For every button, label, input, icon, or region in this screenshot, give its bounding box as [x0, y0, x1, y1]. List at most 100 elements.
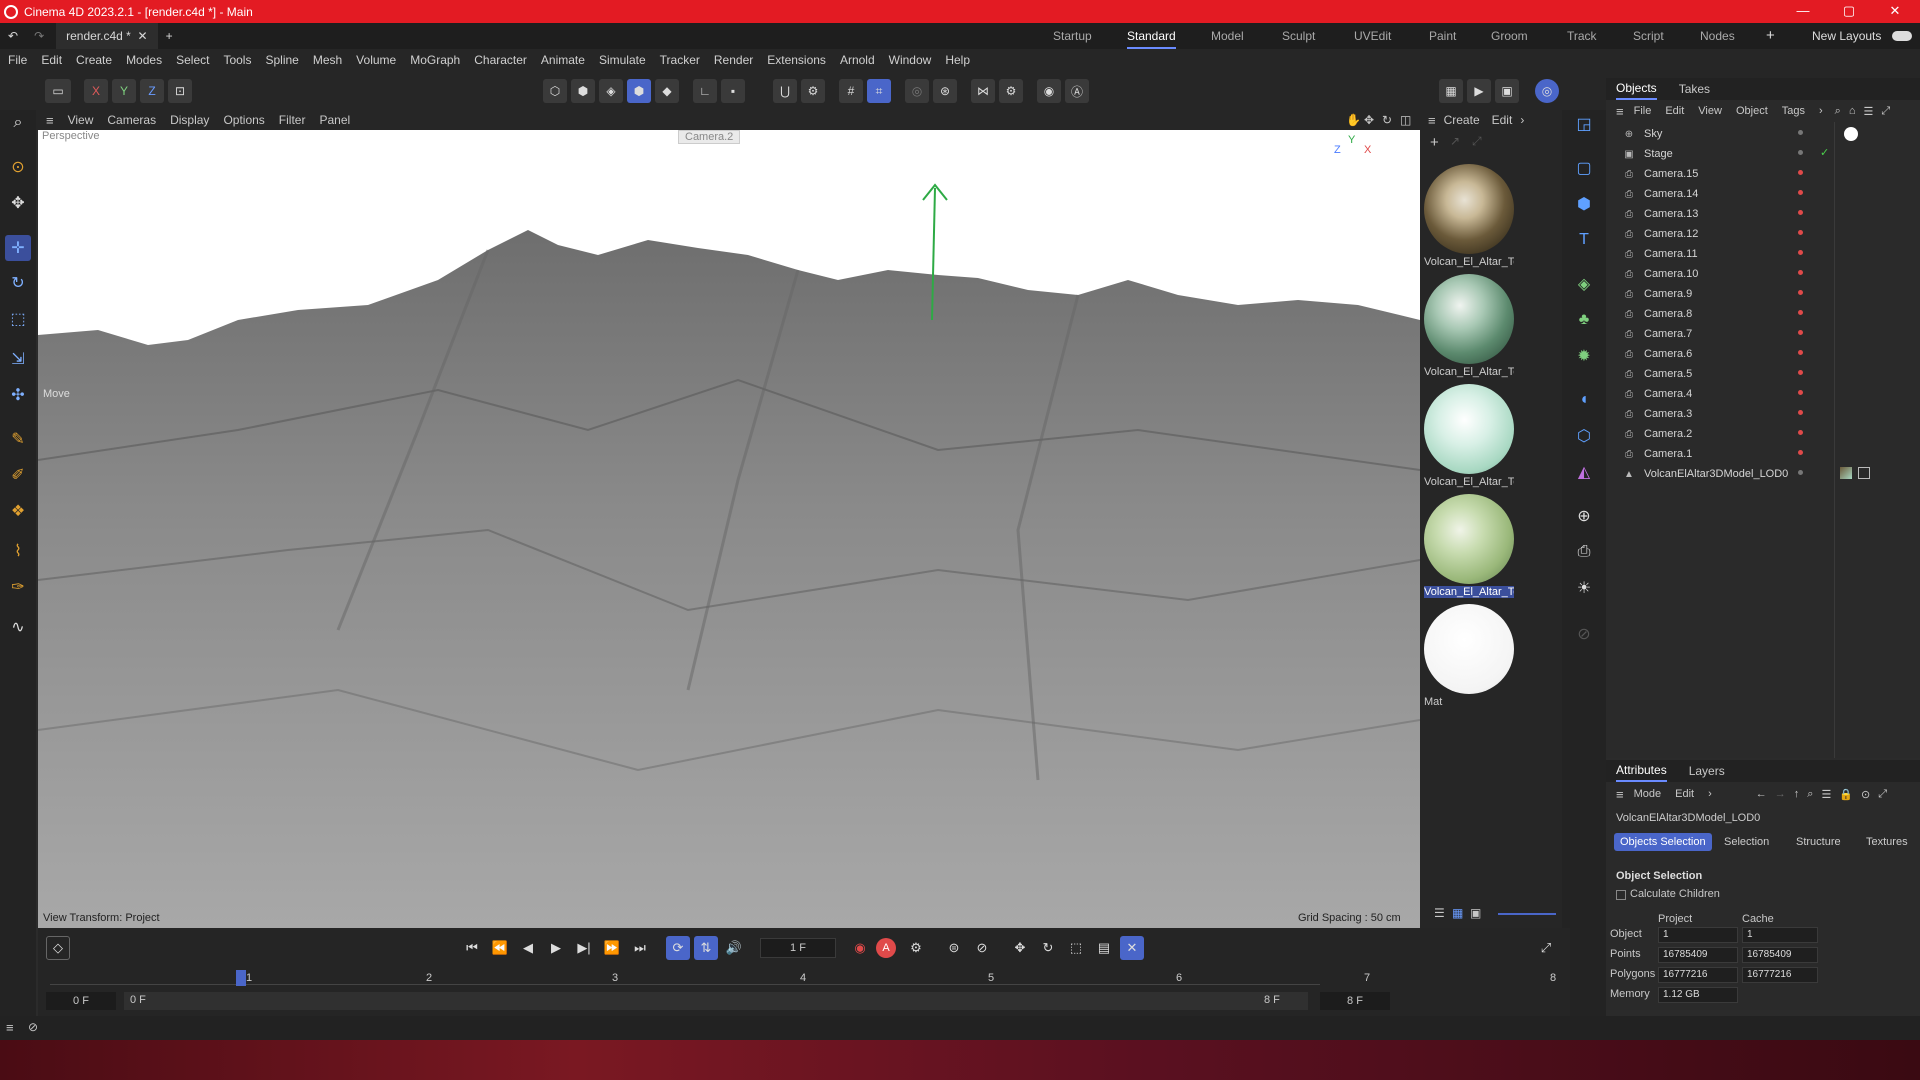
material-slot[interactable]: Volcan_El_Altar_Te	[1424, 164, 1514, 268]
menu-create[interactable]: Create	[76, 53, 112, 67]
sound-icon[interactable]: 🔊	[722, 936, 746, 960]
tweak-tool-icon[interactable]: ✥	[5, 190, 31, 216]
min-time-field[interactable]: 0 F	[46, 992, 116, 1010]
new-layouts-button[interactable]: New Layouts	[1812, 23, 1881, 49]
texture-mode-icon[interactable]: ▪	[721, 79, 745, 103]
menu-arnold[interactable]: Arnold	[840, 53, 875, 67]
menu-mograph[interactable]: MoGraph	[410, 53, 460, 67]
back-arrow-icon[interactable]: ←	[1756, 788, 1767, 800]
material-slot[interactable]: Volcan_El_Altar_Te	[1424, 274, 1514, 378]
render-settings-icon[interactable]: ⊛	[933, 79, 957, 103]
object-row-model[interactable]: ▲ VolcanElAltar3DModel_LOD0	[1606, 464, 1920, 484]
object-row-camera[interactable]: ⎙ Camera.14	[1606, 184, 1920, 204]
edit-material-icon[interactable]: ⤢	[1472, 134, 1482, 149]
render-view-icon[interactable]: ▦	[1439, 79, 1463, 103]
visibility-dot[interactable]	[1798, 290, 1803, 295]
menu-character[interactable]: Character	[474, 53, 527, 67]
subtab-textures[interactable]: Textures	[1860, 833, 1914, 851]
edges-mode-icon[interactable]: ⬢	[571, 79, 595, 103]
material-slot[interactable]: Volcan_El_Altar_Te	[1424, 494, 1514, 598]
key-filter-icon[interactable]: ⊜	[942, 936, 966, 960]
object-row-camera[interactable]: ⎙ Camera.9	[1606, 284, 1920, 304]
scale-tool-icon[interactable]: ⬚	[5, 306, 31, 332]
objects-menu-file[interactable]: File	[1634, 105, 1652, 117]
go-to-end-icon[interactable]: ⏭	[628, 936, 652, 960]
menu-file[interactable]: File	[8, 53, 27, 67]
link-material-icon[interactable]: ↗	[1450, 134, 1460, 148]
viewport-menu-panel[interactable]: Panel	[319, 113, 350, 127]
camera-icon[interactable]: ⎙	[1570, 538, 1598, 566]
key-settings-icon[interactable]: ⚙	[904, 936, 928, 960]
mograph-icon[interactable]: ♣	[1570, 306, 1598, 334]
subtab-objects-selection[interactable]: Objects Selection	[1614, 833, 1712, 851]
objects-menu-object[interactable]: Object	[1736, 105, 1768, 117]
selection-tool-icon[interactable]: ⊙	[5, 154, 31, 180]
spline-icon[interactable]: ◲	[1570, 110, 1598, 138]
objects-menu-view[interactable]: View	[1698, 105, 1722, 117]
objects-menu-edit[interactable]: Edit	[1665, 105, 1684, 117]
model-material-tag[interactable]	[1840, 467, 1852, 479]
object-row-camera[interactable]: ⎙ Camera.7	[1606, 324, 1920, 344]
material-hamburger-icon[interactable]: ≡	[1428, 113, 1436, 128]
document-tab[interactable]: render.c4d * ✕	[56, 23, 158, 49]
menu-animate[interactable]: Animate	[541, 53, 585, 67]
object-row-camera[interactable]: ⎙ Camera.3	[1606, 404, 1920, 424]
points-mode-icon[interactable]: ⬡	[543, 79, 567, 103]
menu-render[interactable]: Render	[714, 53, 753, 67]
objects-hamburger-icon[interactable]: ≡	[1616, 104, 1624, 119]
layout-tab-sculpt[interactable]: Sculpt	[1282, 23, 1315, 49]
previous-key-icon[interactable]: ⏪	[488, 936, 512, 960]
transfer-tool-icon[interactable]: ⇲	[5, 346, 31, 372]
redo-icon[interactable]: ↷	[26, 23, 52, 49]
move-view-icon[interactable]: ✥	[1364, 113, 1374, 127]
tag-icon[interactable]: ⊘	[1570, 620, 1598, 648]
timeline-window-icon[interactable]: ⤢	[1534, 936, 1558, 960]
next-frame-icon[interactable]: ▶|	[572, 936, 596, 960]
layout-tab-script[interactable]: Script	[1633, 23, 1664, 49]
tab-layers[interactable]: Layers	[1689, 764, 1725, 778]
toggle-view-icon[interactable]: ◫	[1400, 113, 1411, 127]
object-row-camera[interactable]: ⎙ Camera.8	[1606, 304, 1920, 324]
forward-arrow-icon[interactable]: →	[1775, 788, 1786, 800]
object-row-camera[interactable]: ⎙ Camera.1	[1606, 444, 1920, 464]
object-row-camera[interactable]: ⎙ Camera.4	[1606, 384, 1920, 404]
next-key-icon[interactable]: ⏩	[600, 936, 624, 960]
tab-objects[interactable]: Objects	[1616, 78, 1657, 100]
menu-spline[interactable]: Spline	[265, 53, 298, 67]
snap-settings-icon[interactable]: ⚙	[801, 79, 825, 103]
parameter-key-icon[interactable]: ▤	[1092, 936, 1116, 960]
lock-z-axis-button[interactable]: Z	[140, 79, 164, 103]
visibility-dot[interactable]	[1798, 190, 1803, 195]
lasso-tool-icon[interactable]: ∿	[5, 614, 31, 640]
rotate-tool-icon[interactable]: ↻	[5, 270, 31, 296]
command-palette-icon[interactable]: ▭	[45, 79, 71, 103]
tab-attributes[interactable]: Attributes	[1616, 760, 1667, 782]
menu-tracker[interactable]: Tracker	[660, 53, 700, 67]
object-row-stage[interactable]: ▣ Stage ✓	[1606, 144, 1920, 164]
volume-icon[interactable]: ◭	[1570, 458, 1598, 486]
visibility-dot[interactable]	[1798, 150, 1803, 155]
keyframe-mode-icon[interactable]: ⊘	[970, 936, 994, 960]
object-row-camera[interactable]: ⎙ Camera.15	[1606, 164, 1920, 184]
cube-icon[interactable]: ⬢	[1570, 190, 1598, 218]
visibility-dot[interactable]	[1798, 230, 1803, 235]
spline-smooth-icon[interactable]: ❖	[5, 498, 31, 524]
spline-sketch-icon[interactable]: ✐	[5, 462, 31, 488]
menu-edit[interactable]: Edit	[41, 53, 62, 67]
menu-help[interactable]: Help	[945, 53, 970, 67]
light-icon[interactable]: ☀	[1570, 574, 1598, 602]
visibility-dot[interactable]	[1798, 450, 1803, 455]
objects-menu-tags[interactable]: Tags	[1782, 105, 1805, 117]
attributes-more-icon[interactable]: ›	[1708, 788, 1712, 800]
layout-tab-standard[interactable]: Standard	[1127, 23, 1176, 49]
objects-expand-icon[interactable]: ⤢	[1881, 105, 1890, 118]
menu-simulate[interactable]: Simulate	[599, 53, 646, 67]
visibility-dot[interactable]	[1798, 270, 1803, 275]
menu-select[interactable]: Select	[176, 53, 209, 67]
viewport-menu-view[interactable]: View	[68, 113, 94, 127]
rotate-view-icon[interactable]: ↻	[1382, 113, 1392, 127]
previous-frame-icon[interactable]: ◀	[516, 936, 540, 960]
material-slot[interactable]: Volcan_El_Altar_Te	[1424, 384, 1514, 488]
add-material-icon[interactable]: +	[1430, 134, 1439, 151]
lock-icon[interactable]: 🔒	[1839, 788, 1853, 801]
